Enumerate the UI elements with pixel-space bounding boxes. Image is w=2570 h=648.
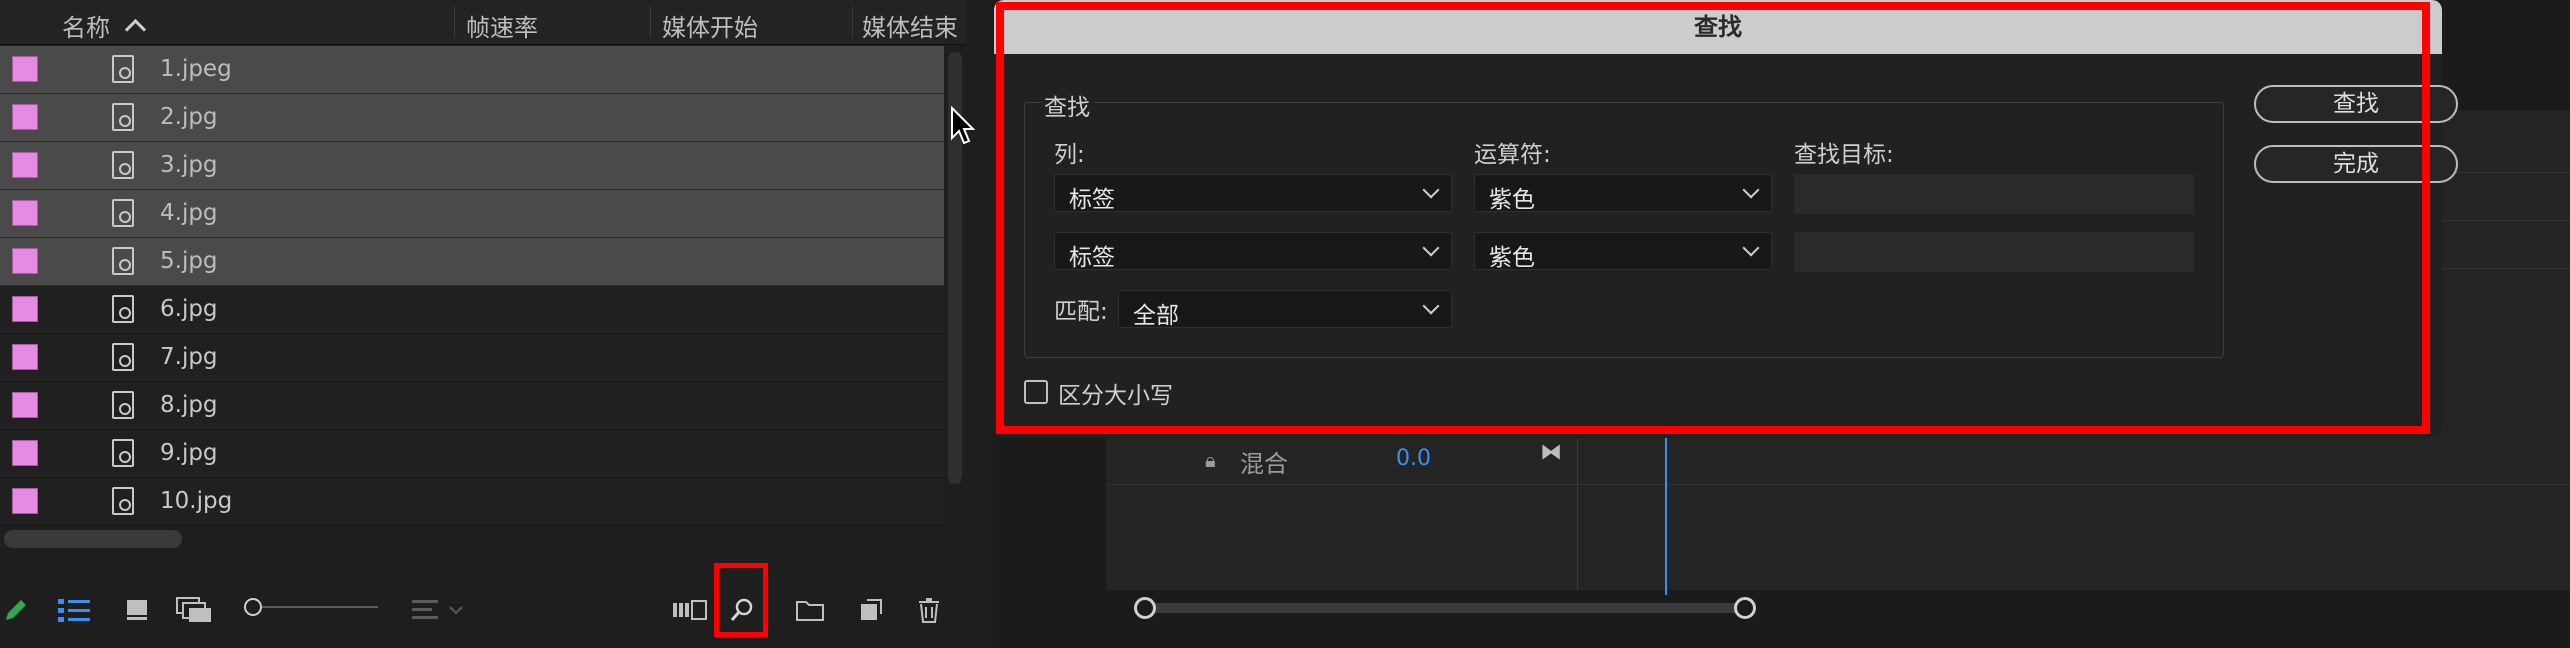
blend-property-label: 混合 bbox=[1240, 450, 1288, 478]
column-divider[interactable] bbox=[852, 6, 853, 38]
label-color-swatch[interactable] bbox=[12, 440, 38, 466]
divider bbox=[1577, 420, 1578, 590]
image-file-icon bbox=[112, 151, 134, 179]
project-item-name: 8.jpg bbox=[160, 392, 218, 418]
label-color-swatch[interactable] bbox=[12, 104, 38, 130]
column-header-media-end[interactable]: 媒体结束 bbox=[862, 8, 958, 43]
project-item-row[interactable]: 6.jpg bbox=[0, 286, 966, 334]
find-button-highlight bbox=[714, 563, 768, 637]
sort-ascending-icon bbox=[124, 18, 147, 41]
label-color-swatch[interactable] bbox=[12, 248, 38, 274]
project-item-row[interactable]: 3.jpg bbox=[0, 142, 966, 190]
label-color-swatch[interactable] bbox=[12, 488, 38, 514]
automate-to-sequence-icon[interactable] bbox=[672, 590, 708, 630]
project-item-row[interactable]: 8.jpg bbox=[0, 382, 966, 430]
thumbnail-zoom-slider[interactable] bbox=[252, 606, 378, 608]
divider bbox=[1106, 484, 2570, 485]
label-color-swatch[interactable] bbox=[12, 200, 38, 226]
project-item-row[interactable]: 7.jpg bbox=[0, 334, 966, 382]
scroll-end-handle[interactable] bbox=[1734, 597, 1756, 619]
image-file-icon bbox=[112, 103, 134, 131]
project-item-name: 3.jpg bbox=[160, 152, 218, 178]
image-file-icon bbox=[112, 55, 134, 83]
image-file-icon bbox=[112, 343, 134, 371]
project-panel: 名称 帧速率 媒体开始 媒体结束 1.jpeg 2.jpg 3.jpg 4.jpg 5.… bbox=[0, 0, 990, 648]
new-bin-icon[interactable] bbox=[794, 590, 826, 630]
dialog-highlight bbox=[996, 2, 2430, 434]
image-file-icon bbox=[112, 295, 134, 323]
blend-property-value[interactable]: 0.0 bbox=[1396, 446, 1431, 471]
project-item-row[interactable]: 9.jpg bbox=[0, 430, 966, 478]
project-item-list: 1.jpeg 2.jpg 3.jpg 4.jpg 5.jpg 6.jpg 7.jpg 8.jp… bbox=[0, 46, 966, 526]
image-file-icon bbox=[112, 391, 134, 419]
project-item-row[interactable]: 1.jpeg bbox=[0, 46, 966, 94]
scroll-start-handle[interactable] bbox=[1134, 597, 1156, 619]
image-file-icon bbox=[112, 487, 134, 515]
new-item-icon[interactable] bbox=[856, 590, 886, 630]
project-item-name: 4.jpg bbox=[160, 200, 218, 226]
column-divider[interactable] bbox=[650, 6, 651, 38]
column-header-name[interactable]: 名称 bbox=[62, 8, 110, 43]
project-item-name: 7.jpg bbox=[160, 344, 218, 370]
project-item-row[interactable]: 5.jpg bbox=[0, 238, 966, 286]
list-view-icon[interactable] bbox=[56, 590, 92, 630]
project-item-name: 2.jpg bbox=[160, 104, 218, 130]
list-header: 名称 帧速率 媒体开始 媒体结束 bbox=[0, 0, 966, 45]
icon-view-icon[interactable] bbox=[122, 590, 152, 630]
project-item-row[interactable]: 4.jpg bbox=[0, 190, 966, 238]
image-file-icon bbox=[112, 439, 134, 467]
timeline-zoom-scrollbar[interactable] bbox=[1140, 603, 1740, 613]
pencil-icon[interactable] bbox=[0, 590, 32, 630]
label-color-swatch[interactable] bbox=[12, 152, 38, 178]
label-color-swatch[interactable] bbox=[12, 296, 38, 322]
label-color-swatch[interactable] bbox=[12, 56, 38, 82]
label-color-swatch[interactable] bbox=[12, 344, 38, 370]
project-item-row[interactable]: 2.jpg bbox=[0, 94, 966, 142]
image-file-icon bbox=[112, 199, 134, 227]
project-item-name: 5.jpg bbox=[160, 248, 218, 274]
project-item-name: 6.jpg bbox=[160, 296, 218, 322]
zoom-slider-knob[interactable] bbox=[244, 598, 262, 616]
project-item-name: 10.jpg bbox=[160, 488, 233, 514]
label-color-swatch[interactable] bbox=[12, 392, 38, 418]
column-divider[interactable] bbox=[454, 6, 455, 38]
column-header-frame-rate[interactable]: 帧速率 bbox=[466, 8, 538, 43]
trash-icon[interactable] bbox=[914, 590, 944, 630]
project-item-name: 9.jpg bbox=[160, 440, 218, 466]
keyframe-toggle-icon[interactable]: ⧓ bbox=[1540, 440, 1562, 465]
image-file-icon bbox=[112, 247, 134, 275]
sort-icon[interactable] bbox=[410, 590, 466, 630]
freeform-view-icon[interactable] bbox=[174, 590, 216, 630]
project-item-row[interactable]: 10.jpg bbox=[0, 478, 966, 526]
mouse-cursor-icon bbox=[950, 105, 976, 150]
lock-icon[interactable]: 🔒︎ bbox=[1205, 448, 1216, 472]
playhead[interactable] bbox=[1665, 430, 1667, 595]
horizontal-scroll-thumb[interactable] bbox=[4, 530, 182, 548]
column-header-media-start[interactable]: 媒体开始 bbox=[662, 8, 758, 43]
project-item-name: 1.jpeg bbox=[160, 56, 232, 82]
